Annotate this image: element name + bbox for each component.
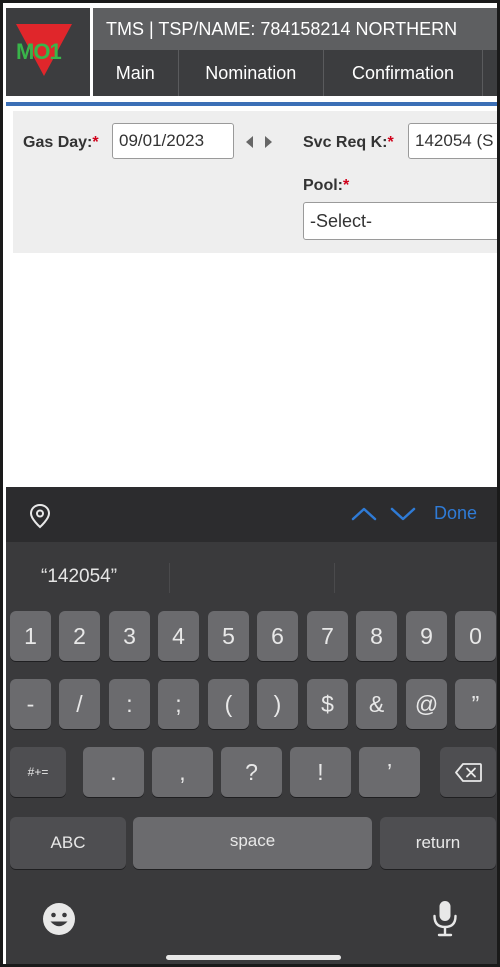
key-quote[interactable]: ”: [455, 679, 496, 729]
backspace-key[interactable]: [440, 747, 496, 797]
nav-nomination[interactable]: Nomination: [179, 50, 324, 96]
key-semicolon[interactable]: ;: [158, 679, 199, 729]
logo-text: MO1: [16, 39, 62, 64]
keyboard-toolbar: [6, 487, 497, 542]
key-7[interactable]: 7: [307, 611, 348, 661]
phone-screen: MO1 TMS | TSP/NAME: 784158214 NORTHERN M…: [0, 0, 500, 967]
required-asterisk: *: [387, 134, 394, 151]
return-key[interactable]: return: [380, 817, 496, 869]
key-0[interactable]: 0: [455, 611, 496, 661]
key-9[interactable]: 9: [406, 611, 447, 661]
location-pin-icon[interactable]: [28, 503, 52, 529]
required-asterisk: *: [343, 177, 350, 194]
header-divider: [6, 102, 497, 106]
key-6[interactable]: 6: [257, 611, 298, 661]
key-3[interactable]: 3: [109, 611, 150, 661]
key-1[interactable]: 1: [10, 611, 51, 661]
key-5[interactable]: 5: [208, 611, 249, 661]
key-close-paren[interactable]: ): [257, 679, 298, 729]
gas-day-input[interactable]: 09/01/2023: [112, 123, 234, 159]
key-4[interactable]: 4: [158, 611, 199, 661]
key-colon[interactable]: :: [109, 679, 150, 729]
svc-req-input[interactable]: 142054 (S: [408, 123, 497, 159]
key-ampersand[interactable]: &: [356, 679, 397, 729]
symbols-key[interactable]: #+=: [10, 747, 66, 797]
key-comma[interactable]: ,: [152, 747, 213, 797]
svc-req-label: Svc Req K:*: [303, 134, 394, 151]
main-nav: Main Nomination Confirmation: [93, 50, 497, 96]
suggestion-divider: [334, 563, 335, 593]
microphone-icon[interactable]: [431, 899, 459, 939]
home-indicator[interactable]: [166, 955, 341, 960]
pool-label: Pool:*: [303, 177, 350, 194]
app-logo[interactable]: MO1: [6, 8, 90, 96]
key-at[interactable]: @: [406, 679, 447, 729]
gas-day-label: Gas Day:*: [23, 134, 99, 151]
header-title: TMS | TSP/NAME: 784158214 NORTHERN: [93, 8, 497, 50]
key-8[interactable]: 8: [356, 611, 397, 661]
key-exclamation[interactable]: !: [290, 747, 351, 797]
previous-day-arrow-icon[interactable]: [246, 136, 253, 148]
required-asterisk: *: [92, 134, 99, 151]
backspace-icon: [455, 763, 482, 782]
chevron-down-icon[interactable]: [390, 506, 416, 522]
key-open-paren[interactable]: (: [208, 679, 249, 729]
autocomplete-suggestion[interactable]: “142054”: [41, 566, 117, 588]
nav-confirmation[interactable]: Confirmation: [324, 50, 484, 96]
abc-key[interactable]: ABC: [10, 817, 126, 869]
key-slash[interactable]: /: [59, 679, 100, 729]
key-2[interactable]: 2: [59, 611, 100, 661]
space-key[interactable]: space: [133, 817, 372, 869]
emoji-icon[interactable]: [41, 901, 77, 937]
chevron-up-icon[interactable]: [351, 506, 377, 522]
key-dollar[interactable]: $: [307, 679, 348, 729]
nav-main[interactable]: Main: [93, 50, 179, 96]
key-question[interactable]: ?: [221, 747, 282, 797]
key-apostrophe[interactable]: ’: [359, 747, 420, 797]
pool-select[interactable]: -Select-: [303, 202, 497, 240]
nav-overflow[interactable]: [483, 50, 497, 96]
key-hyphen[interactable]: -: [10, 679, 51, 729]
done-button[interactable]: Done: [434, 503, 477, 524]
suggestion-divider: [169, 563, 170, 593]
next-day-arrow-icon[interactable]: [265, 136, 272, 148]
key-period[interactable]: .: [83, 747, 144, 797]
